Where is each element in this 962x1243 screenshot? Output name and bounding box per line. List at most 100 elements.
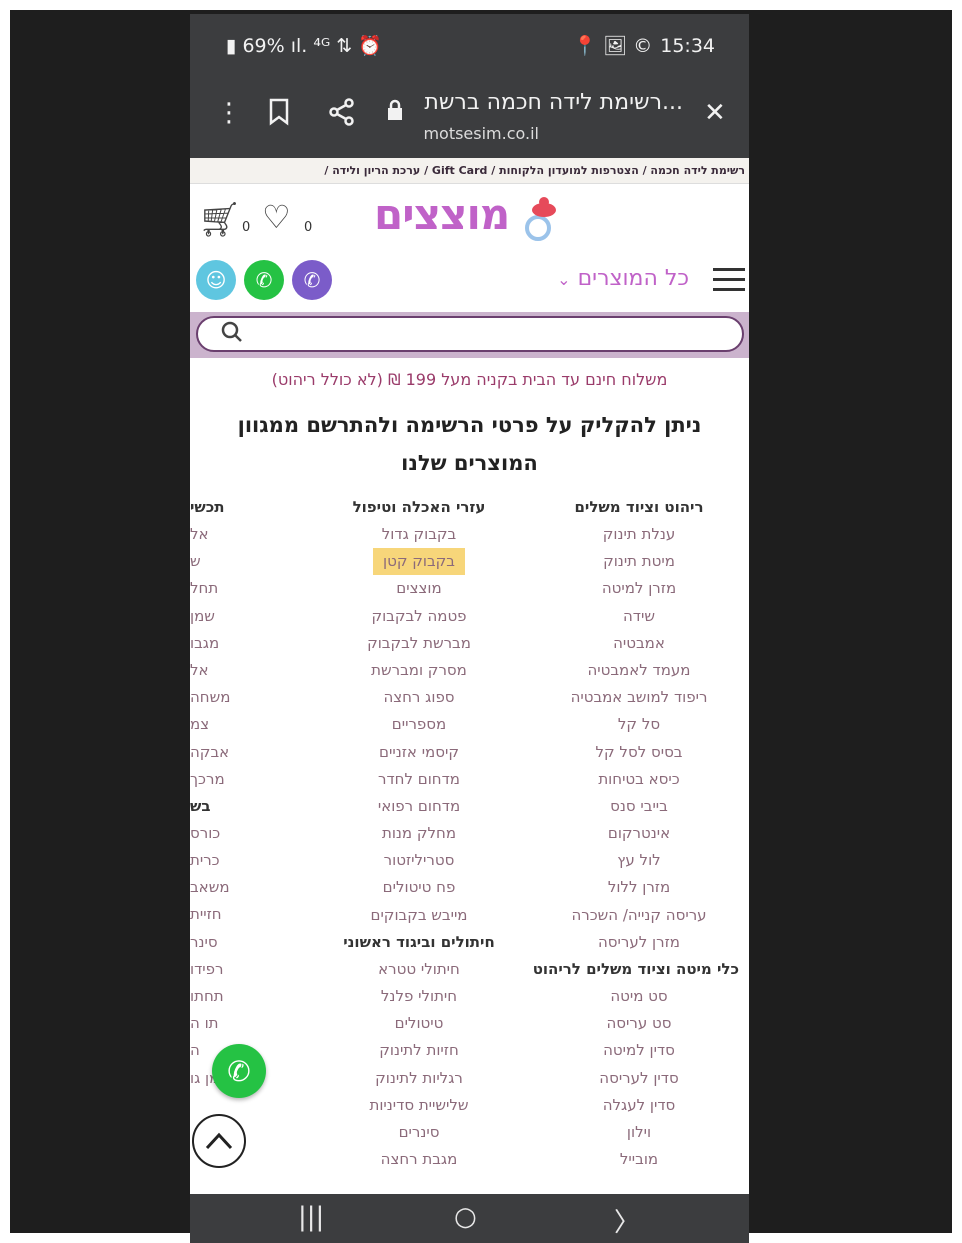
list-item[interactable]: מוצצים <box>329 575 509 602</box>
section-title: תכשי <box>190 498 225 516</box>
page-title[interactable]: ...רשימת לידה חכמה ברשת <box>413 90 683 115</box>
list-item[interactable]: סינר <box>190 929 242 956</box>
all-products-label: כל המוצרים <box>577 266 689 291</box>
page-domain[interactable]: motsesim.co.il <box>423 124 539 143</box>
list-item[interactable]: סדין למיטה <box>539 1037 739 1064</box>
list-item[interactable]: רפידו <box>190 956 242 983</box>
list-item[interactable]: וילון <box>539 1119 739 1146</box>
list-item[interactable]: חיתולי פלנל <box>329 983 509 1010</box>
section-title: בש <box>190 796 211 815</box>
list-item[interactable]: מעמד לאמבטיה <box>539 657 739 684</box>
list-item[interactable]: בקבוק גדול <box>329 521 509 548</box>
list-item[interactable]: מספריים <box>329 711 509 738</box>
list-item[interactable]: סט מיטה <box>539 983 739 1010</box>
list-item[interactable]: קיסמי אזניים <box>329 739 509 766</box>
list-item[interactable]: פטמה לבקבוק <box>329 603 509 630</box>
list-item[interactable]: מדחום לחדר <box>329 766 509 793</box>
wishlist-count: 0 <box>304 220 313 235</box>
waze-icon[interactable]: ☺ <box>196 260 236 300</box>
lock-icon <box>386 98 404 129</box>
list-item[interactable]: סל קל <box>539 711 739 738</box>
scroll-top-button[interactable] <box>192 1114 246 1168</box>
site-logo[interactable]: מוצצים <box>374 190 510 239</box>
list-item[interactable]: מגבו <box>190 630 242 657</box>
status-left: ▮ 69% ıl. ⁴ᴳ ⇅ ⏰ <box>226 34 382 58</box>
list-item[interactable]: חזיות לתינוק <box>329 1037 509 1064</box>
list-item[interactable]: מובייל <box>539 1146 739 1173</box>
list-item[interactable]: סדין לעגלה <box>539 1092 739 1119</box>
column-cosmetics: תכשי אל ש תחל שמן מגבו אל משחה צמ אבקה מרכך בש כורס כ… <box>190 494 242 1119</box>
whatsapp-icon[interactable]: ✆ <box>244 260 284 300</box>
list-item[interactable]: ספוג רחצה <box>329 684 509 711</box>
list-item[interactable]: פח טיטולים <box>329 874 509 901</box>
list-item[interactable]: אבקה <box>190 739 242 766</box>
list-item[interactable]: סינרים <box>329 1119 509 1146</box>
list-item[interactable]: בייבי סנס <box>539 793 739 820</box>
list-item[interactable]: סדין לעריסה <box>539 1065 739 1092</box>
list-item[interactable]: אל <box>190 521 242 548</box>
list-item[interactable]: משאב <box>190 874 242 901</box>
search-icon[interactable] <box>220 320 244 350</box>
list-item[interactable]: כיסא בטיחות <box>539 766 739 793</box>
list-item[interactable]: תו ה <box>190 1010 242 1037</box>
close-icon[interactable]: ✕ <box>704 98 726 128</box>
list-item[interactable]: שמן <box>190 603 242 630</box>
cart-icon[interactable]: 🛒︎ <box>198 200 241 240</box>
list-item[interactable]: מייבש בקבוקים <box>329 902 509 929</box>
list-item[interactable]: מחלק מנות <box>329 820 509 847</box>
list-item[interactable]: אל <box>190 657 242 684</box>
list-item[interactable]: רגליות לתינוק <box>329 1065 509 1092</box>
list-item[interactable]: מזרן לעריסה <box>539 929 739 956</box>
list-item[interactable]: ענלת תינוק <box>539 521 739 548</box>
section-title: ריהוט וציוד משלים <box>574 498 704 516</box>
clock: 15:34 <box>660 34 715 57</box>
list-item[interactable]: סט עריסה <box>539 1010 739 1037</box>
list-item[interactable]: מרכך <box>190 766 242 793</box>
list-item[interactable]: טיטולים <box>329 1010 509 1037</box>
pacifier-logo-icon <box>525 197 556 241</box>
share-icon[interactable] <box>328 98 356 133</box>
list-item[interactable]: משחה <box>190 684 242 711</box>
list-item[interactable]: כרית <box>190 847 242 874</box>
heart-icon[interactable]: ♡ <box>262 198 291 236</box>
back-button[interactable]: 〉 <box>614 1202 640 1239</box>
list-item[interactable]: מברשת לבקבוק <box>329 630 509 657</box>
viber-icon[interactable]: ✆ <box>292 260 332 300</box>
list-item[interactable]: תחתו <box>190 983 242 1010</box>
list-item[interactable]: מגבת רחצה <box>329 1146 509 1173</box>
list-item[interactable]: תחל <box>190 575 242 602</box>
list-item[interactable]: בסיס לסל קל <box>539 739 739 766</box>
list-item[interactable]: צמ <box>190 711 242 738</box>
list-item[interactable]: אינטרקום <box>539 820 739 847</box>
list-item[interactable]: סטריליזטור <box>329 847 509 874</box>
list-item-highlighted[interactable]: בקבוק קטן <box>373 548 465 576</box>
signal-icons: ıl. ⁴ᴳ ⇅ ⏰ <box>290 35 382 57</box>
list-item[interactable]: ש <box>190 548 242 575</box>
android-nav-bar: ||| ○ 〉 <box>190 1194 749 1243</box>
whatsapp-floating-button[interactable]: ✆ <box>212 1044 266 1098</box>
hamburger-menu-icon[interactable] <box>713 268 745 292</box>
home-button[interactable]: ○ <box>454 1202 477 1232</box>
list-item[interactable]: כורס <box>190 820 242 847</box>
list-item[interactable]: חיתולי טטרא <box>329 956 509 983</box>
list-item[interactable]: שידה <box>539 603 739 630</box>
list-item[interactable]: חזיית <box>190 901 242 928</box>
all-products-dropdown[interactable]: כל המוצרים ⌄ <box>557 266 689 291</box>
list-item[interactable]: מזרן למיטה <box>539 575 739 602</box>
list-item[interactable]: ריפוד למושב אמבטיה <box>539 684 739 711</box>
list-item[interactable]: לול עץ <box>539 847 739 874</box>
breadcrumb[interactable]: רשימת לידה חכמה / הצטרפות למועדון הלקוחו… <box>190 158 749 184</box>
bookmark-icon[interactable] <box>268 98 290 133</box>
column-furniture: ריהוט וציוד משלים ענלת תינוק מיטת תינוק מזר… <box>533 494 739 1173</box>
list-item[interactable]: שלישיית סדיניות <box>329 1092 509 1119</box>
search-input[interactable] <box>196 316 744 352</box>
more-menu-icon[interactable]: ⋮ <box>216 98 242 128</box>
list-item[interactable]: מסרק ומברשת <box>329 657 509 684</box>
list-item[interactable]: עריסה קנייה/ השכרה <box>539 902 739 929</box>
chevron-down-icon: ⌄ <box>557 270 571 289</box>
list-item[interactable]: מדחום רפואי <box>329 793 509 820</box>
list-item[interactable]: אמבטיה <box>539 630 739 657</box>
recent-apps-button[interactable]: ||| <box>298 1202 324 1232</box>
list-item[interactable]: מזרן ללול <box>539 874 739 901</box>
list-item[interactable]: מיטת תינוק <box>539 548 739 575</box>
